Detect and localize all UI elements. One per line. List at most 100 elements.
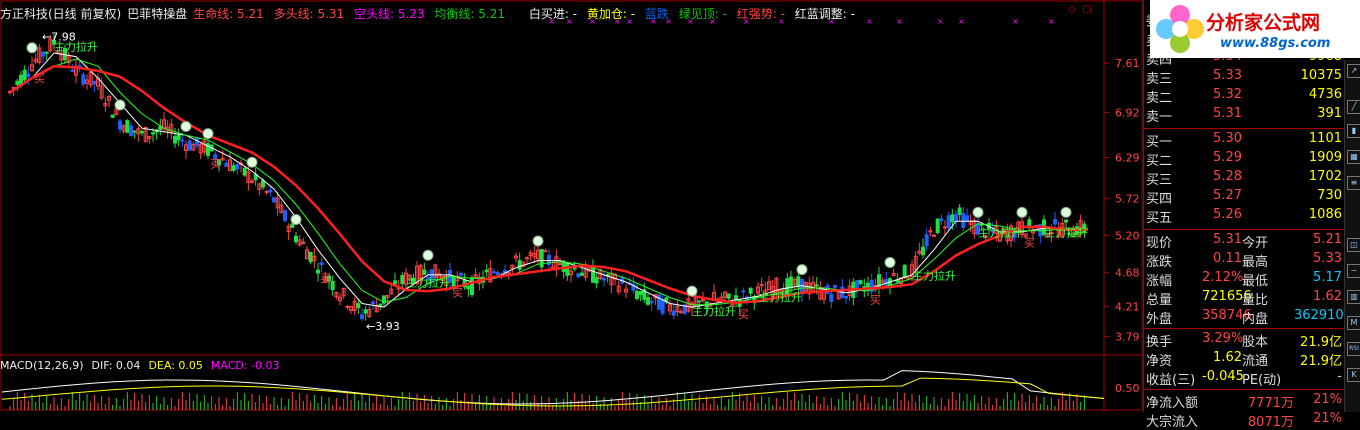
macd-dea-line — [1, 377, 1105, 407]
strong-label: 红强势: - — [736, 7, 785, 21]
bid-row[interactable]: 买二 5.29 1909 — [1144, 150, 1345, 169]
diamond-icon[interactable]: ◇ — [1068, 4, 1076, 15]
stat-row[interactable]: 净资 1.62 流通 21.9亿 — [1144, 350, 1345, 369]
chart-area[interactable]: 7.61 6.92 6.29 5.72 5.20 4.68 4.21 3.79 0.50 ←7.9… — [0, 0, 1143, 412]
stat-value: 721656 — [1202, 289, 1252, 304]
candle-body — [594, 277, 599, 284]
adjust-label: 红蓝调整: - — [794, 7, 855, 21]
stat-row[interactable]: 总量 721656 量比 1.62 — [1144, 289, 1345, 308]
macd-header: MACD(12,26,9) DIF: 0.04 DEA: 0.05 MACD: -0.… — [0, 359, 288, 372]
stat-label: 收益(三) — [1146, 373, 1196, 388]
candle-body — [833, 284, 837, 288]
bid-price: 5.30 — [1213, 131, 1242, 146]
candle-body — [1053, 219, 1057, 225]
buy-signal: 买 — [870, 294, 881, 307]
candle-body — [748, 287, 753, 294]
ask-row[interactable]: 卖二 5.32 4736 — [1144, 87, 1345, 106]
candle-body — [360, 314, 364, 320]
stat-label-2: 最低 — [1242, 274, 1269, 289]
tool-vol-icon[interactable]: ▥ — [1347, 290, 1360, 304]
candle-body — [939, 218, 944, 222]
bid-label: 买三 — [1146, 173, 1173, 188]
flow-amount: 7771万 — [1247, 396, 1294, 411]
y-tick-label: 5.20 — [1115, 230, 1140, 243]
stat-label-2: 今开 — [1242, 236, 1269, 251]
candle-body — [268, 189, 273, 193]
tool-kdj-icon[interactable]: K — [1347, 368, 1360, 382]
macd-axis-label: 0.50 — [1115, 382, 1140, 395]
stat-row[interactable]: 外盘 358746 内盘 362910 — [1144, 308, 1345, 327]
candle-body — [789, 276, 793, 289]
stat-label: 总量 — [1146, 293, 1173, 308]
main-up-signal: 主力拉升 — [758, 290, 802, 304]
ask-row[interactable]: 卖一 5.31 391 — [1144, 106, 1345, 125]
kline-chart[interactable]: 7.616.926.295.725.204.684.213.790.50←7.9… — [0, 0, 1143, 412]
candle-body — [187, 140, 192, 151]
candle-body — [231, 165, 236, 171]
tool-bars-icon[interactable]: ▮ — [1347, 124, 1360, 138]
tool-list-icon[interactable]: ≡ — [1347, 176, 1360, 190]
tool-ma-icon[interactable]: ~ — [1347, 264, 1360, 278]
stat-row[interactable]: 换手 3.29% 股本 21.9亿 — [1144, 331, 1345, 350]
stat-value-2: 5.17 — [1313, 270, 1342, 285]
flow-row[interactable]: 大宗流入 8071万 21% — [1144, 411, 1345, 430]
ask-volume: 391 — [1317, 106, 1342, 121]
bid-volume: 1086 — [1308, 207, 1342, 222]
bid-row[interactable]: 买三 5.28 1702 — [1144, 169, 1345, 188]
candle-body — [965, 215, 969, 221]
stat-label-2: 最高 — [1242, 255, 1269, 270]
top-marker: × — [1012, 17, 1019, 26]
long-line-label: 多头线: 5.31 — [273, 7, 345, 21]
candle-body — [660, 298, 665, 314]
tool-arrow-icon[interactable]: ↗ — [1347, 64, 1360, 78]
candle-body — [858, 280, 863, 284]
candle-body — [26, 73, 31, 78]
stat-label: 涨幅 — [1146, 274, 1173, 289]
candle-body — [180, 139, 185, 142]
stat-row[interactable]: 收益(三) -0.045 PE(动) - — [1144, 369, 1345, 388]
tool-grid-icon[interactable]: ▦ — [1347, 150, 1360, 164]
flow-percent: 21% — [1313, 411, 1342, 426]
macd-dea: DEA: 0.05 — [148, 359, 203, 372]
stat-value: 5.31 — [1213, 232, 1242, 247]
low-price-label: ←3.93 — [366, 320, 400, 333]
bid-row[interactable]: 买五 5.26 1086 — [1144, 207, 1345, 226]
separator — [1144, 128, 1345, 129]
maximize-icon[interactable]: □ — [1082, 4, 1091, 15]
candle-body — [543, 250, 548, 253]
stat-value: 0.11 — [1213, 251, 1242, 266]
coin-icon — [26, 42, 38, 54]
bid-row[interactable]: 买一 5.30 1101 — [1144, 131, 1345, 150]
main-up-signal: 主力拉升 — [406, 275, 450, 289]
candle-body — [400, 274, 405, 285]
candle-body — [638, 290, 643, 295]
main-up-signal: 主力拉升 — [978, 225, 1022, 239]
ask-row[interactable]: 卖三 5.33 10375 — [1144, 68, 1345, 87]
candle-body — [81, 74, 86, 85]
candle-body — [943, 226, 947, 229]
chart-header: 方正科技(日线 前复权) 巴菲特操盘 生命线: 5.21 多头线: 5.31 空头线… — [0, 5, 861, 21]
stat-value: 358746 — [1202, 308, 1252, 323]
tool-rsi-icon[interactable]: RSI — [1347, 342, 1360, 356]
candle-body — [565, 262, 570, 276]
stat-row[interactable]: 涨跌 0.11 最高 5.33 — [1144, 251, 1345, 270]
side-toolbar: ↗ ╱ ▮ ▦ ≡ ◫ ~ ▥ M RSI K — [1344, 60, 1360, 412]
candle-body — [697, 300, 702, 303]
site-logo[interactable]: 分析家公式网 www.88gs.com — [1150, 0, 1360, 58]
ask-label: 卖二 — [1146, 91, 1173, 106]
bid-volume: 1101 — [1308, 131, 1342, 146]
tool-macd-icon[interactable]: M — [1347, 316, 1360, 330]
flow-row[interactable]: 净流入额 7771万 21% — [1144, 392, 1345, 411]
tool-chart-icon[interactable]: ◫ — [1347, 238, 1360, 252]
stat-row[interactable]: 现价 5.31 今开 5.21 — [1144, 232, 1345, 251]
candle-body — [272, 197, 276, 203]
stat-label-2: 股本 — [1242, 335, 1269, 350]
stat-label-2: 内盘 — [1242, 312, 1269, 327]
tool-line-icon[interactable]: ╱ — [1347, 100, 1360, 114]
candle-body — [814, 284, 819, 287]
short-line-label: 空头线: 5.23 — [354, 7, 425, 21]
bid-row[interactable]: 买四 5.27 730 — [1144, 188, 1345, 207]
candle-body — [363, 309, 368, 314]
stat-row[interactable]: 涨幅 2.12% 最低 5.17 — [1144, 270, 1345, 289]
candle-body — [422, 269, 427, 275]
